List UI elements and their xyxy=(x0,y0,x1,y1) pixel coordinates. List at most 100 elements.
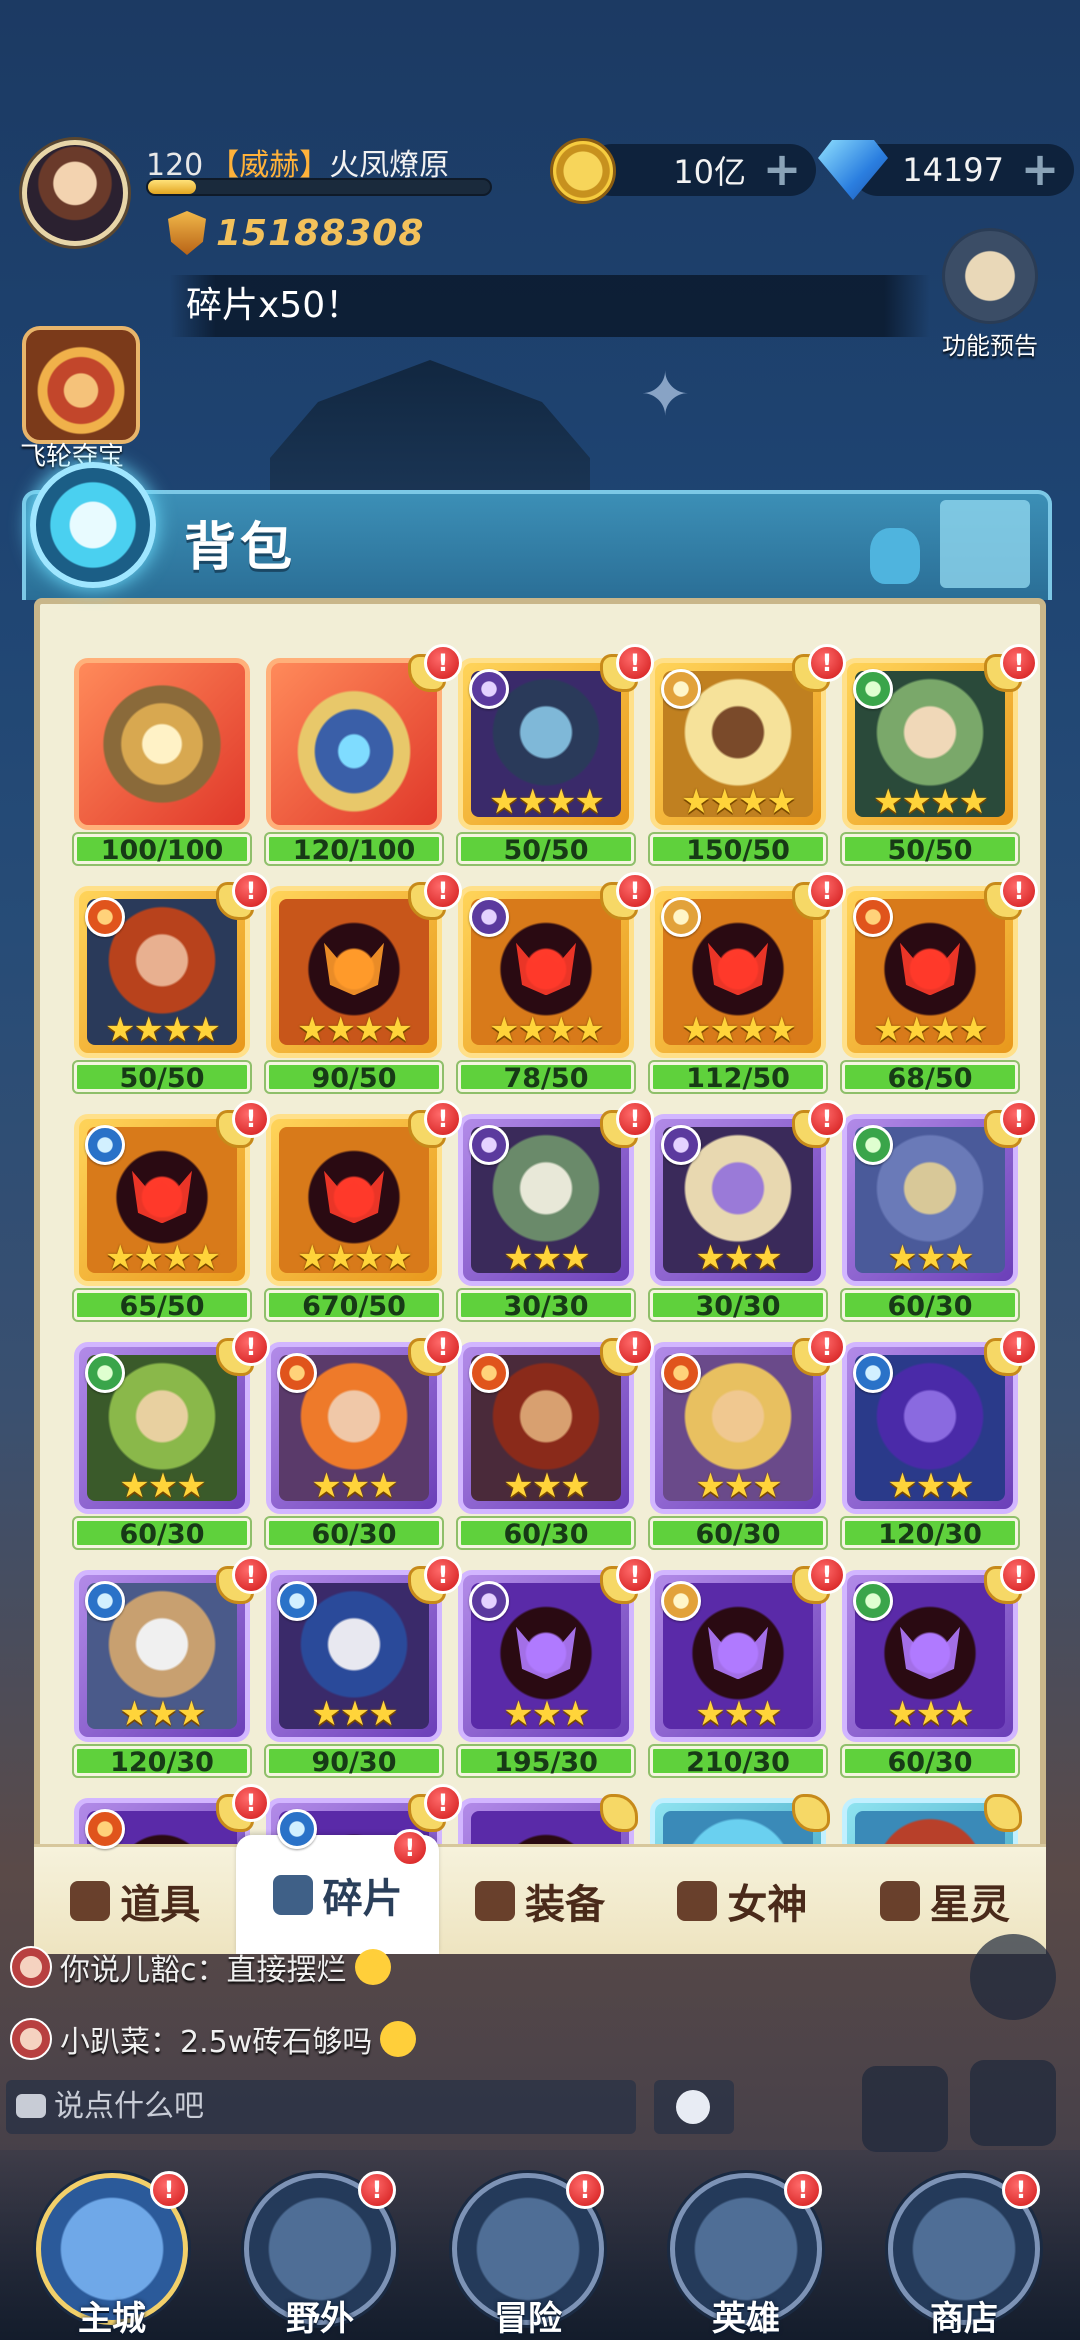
feature-preview-button[interactable]: 功能预告 xyxy=(930,228,1050,360)
fragment-count: 60/30 xyxy=(887,1291,973,1322)
coin-icon xyxy=(550,138,616,204)
dark-element-icon xyxy=(469,1581,509,1621)
tab-2[interactable]: 装备 xyxy=(439,1847,641,1954)
xp-bar xyxy=(146,178,492,196)
bag-item[interactable]: ★★★★! 65/50 xyxy=(74,1100,270,1326)
ranking-icon[interactable] xyxy=(862,2066,948,2152)
nav-button-0[interactable]: ! 主城 xyxy=(28,2165,196,2340)
chat-input[interactable]: 说点什么吧 xyxy=(6,2080,636,2134)
bag-item[interactable]: ★★★! 90/30 xyxy=(266,1556,462,1782)
nav-button-4[interactable]: ! 商店 xyxy=(880,2165,1048,2340)
item-frame xyxy=(74,658,250,830)
bag-title: 背包 xyxy=(184,518,297,578)
bag-item[interactable]: ★★★! 60/30 xyxy=(842,1556,1038,1782)
fragment-count: 112/50 xyxy=(686,1063,790,1094)
bag-item[interactable]: ★★★! 60/30 xyxy=(842,1100,1038,1326)
emoji-icon xyxy=(354,1949,391,1985)
fire-element-icon xyxy=(853,897,893,937)
fragment-count: 60/30 xyxy=(119,1519,205,1550)
wind-element-icon xyxy=(853,1125,893,1165)
gift-icon[interactable] xyxy=(970,2060,1056,2146)
alert-icon: ! xyxy=(808,1328,846,1366)
alert-icon: ! xyxy=(1000,1556,1038,1594)
bag-item[interactable]: ★★★★! 68/50 xyxy=(842,872,1038,1098)
bag-item[interactable]: ★★★! 60/30 xyxy=(458,1328,654,1554)
tab-1[interactable]: 碎片! xyxy=(236,1829,439,1954)
friends-icon[interactable] xyxy=(970,1934,1056,2020)
bag-item[interactable]: ★★★! 210/30 xyxy=(650,1556,846,1782)
bag-item[interactable]: ★★★★! 50/50 xyxy=(74,872,270,1098)
bag-item[interactable]: ★★★! 30/30 xyxy=(458,1100,654,1326)
star-rating: ★★★ xyxy=(503,1694,590,1734)
fragment-count: 120/30 xyxy=(878,1519,982,1550)
fragment-count: 90/50 xyxy=(311,1063,397,1094)
fragment-count-bar: 60/30 xyxy=(74,1518,250,1550)
fragment-count-bar: 90/30 xyxy=(266,1746,442,1778)
wind-element-icon xyxy=(853,669,893,709)
nav-button-3[interactable]: ! 英雄 xyxy=(662,2165,830,2340)
emoji-icon xyxy=(380,2021,417,2057)
water-element-icon xyxy=(277,1809,317,1849)
alert-icon: ! xyxy=(424,1784,462,1822)
star-rating: ★★★★ xyxy=(105,1010,221,1050)
fragment-count-bar: 68/50 xyxy=(842,1062,1018,1094)
add-gold-button[interactable]: + xyxy=(760,146,804,192)
chat-message-text: 你说儿豁c：直接摆烂 xyxy=(60,1953,347,1988)
fragment-count-bar: 90/50 xyxy=(266,1062,442,1094)
bag-item[interactable]: 100/100 xyxy=(74,658,250,870)
dark-element-icon xyxy=(469,897,509,937)
star-rating: ★★★ xyxy=(119,1694,206,1734)
water-element-icon xyxy=(85,1581,125,1621)
nav-button-1[interactable]: ! 野外 xyxy=(236,2165,404,2340)
bag-item[interactable]: ★★★! 60/30 xyxy=(74,1328,270,1554)
fragment-count-bar: 50/50 xyxy=(842,834,1018,866)
combat-power-value: 15188308 xyxy=(216,212,425,254)
diamond-value: 14197 xyxy=(902,151,1004,189)
alert-icon: ! xyxy=(232,1100,270,1138)
diamond-counter: 14197 + xyxy=(852,144,1074,196)
alert-icon: ! xyxy=(808,1556,846,1594)
bag-item[interactable]: ★★★! 30/30 xyxy=(650,1100,846,1326)
bag-item[interactable]: ★★★★! 150/50 xyxy=(650,644,846,870)
bag-item[interactable]: ★★★! 60/30 xyxy=(266,1328,462,1554)
tab-3[interactable]: 女神 xyxy=(641,1847,843,1954)
alert-icon: ! xyxy=(616,1328,654,1366)
water-element-icon xyxy=(85,1125,125,1165)
fire-element-icon xyxy=(469,1353,509,1393)
flywheel-treasure-button[interactable]: 飞轮夺宝 xyxy=(20,326,142,472)
fragment-count-bar: 60/30 xyxy=(842,1290,1018,1322)
bag-item[interactable]: ★★★★! 50/50 xyxy=(458,644,654,870)
item-art xyxy=(87,671,237,817)
bag-item[interactable]: ★★★★! 90/50 xyxy=(266,872,462,1098)
chat-bubble-icon xyxy=(16,2094,46,2118)
star-rating: ★★★ xyxy=(887,1238,974,1278)
bag-item[interactable]: ★★★! 120/30 xyxy=(74,1556,270,1782)
tab-icon xyxy=(677,1880,718,1921)
fragment-count: 120/100 xyxy=(292,835,416,866)
bag-item[interactable]: ! 120/100 xyxy=(266,644,462,870)
bag-item[interactable]: ★★★★! 78/50 xyxy=(458,872,654,1098)
fragment-count-bar: 670/50 xyxy=(266,1290,442,1322)
bag-item[interactable]: ★★★★! 50/50 xyxy=(842,644,1038,870)
bag-item[interactable]: ★★★! 60/30 xyxy=(650,1328,846,1554)
star-rating: ★★★★ xyxy=(681,782,797,822)
fragment-count: 60/30 xyxy=(695,1519,781,1550)
emoji-button[interactable] xyxy=(654,2080,734,2134)
nav-button-2[interactable]: ! 冒险 xyxy=(444,2165,612,2340)
dark-element-icon xyxy=(661,1125,701,1165)
star-rating: ★★★★ xyxy=(297,1010,413,1050)
add-diamond-button[interactable]: + xyxy=(1018,146,1062,192)
star-rating: ★★★ xyxy=(311,1694,398,1734)
bag-item[interactable]: ★★★! 120/30 xyxy=(842,1328,1038,1554)
tab-0[interactable]: 道具 xyxy=(34,1847,236,1954)
chat-message-text: 小趴菜：2.5w砖石够吗 xyxy=(60,2025,373,2060)
fragment-count-bar: 120/30 xyxy=(74,1746,250,1778)
tab-label: 星灵 xyxy=(929,1881,1010,1928)
bag-item[interactable]: ★★★! 195/30 xyxy=(458,1556,654,1782)
player-avatar[interactable] xyxy=(22,140,128,246)
tab-icon xyxy=(879,1880,920,1921)
bag-item[interactable]: ★★★★! 670/50 xyxy=(266,1100,462,1326)
fragment-count: 150/50 xyxy=(686,835,790,866)
alert-icon: ! xyxy=(808,1100,846,1138)
bag-item[interactable]: ★★★★! 112/50 xyxy=(650,872,846,1098)
